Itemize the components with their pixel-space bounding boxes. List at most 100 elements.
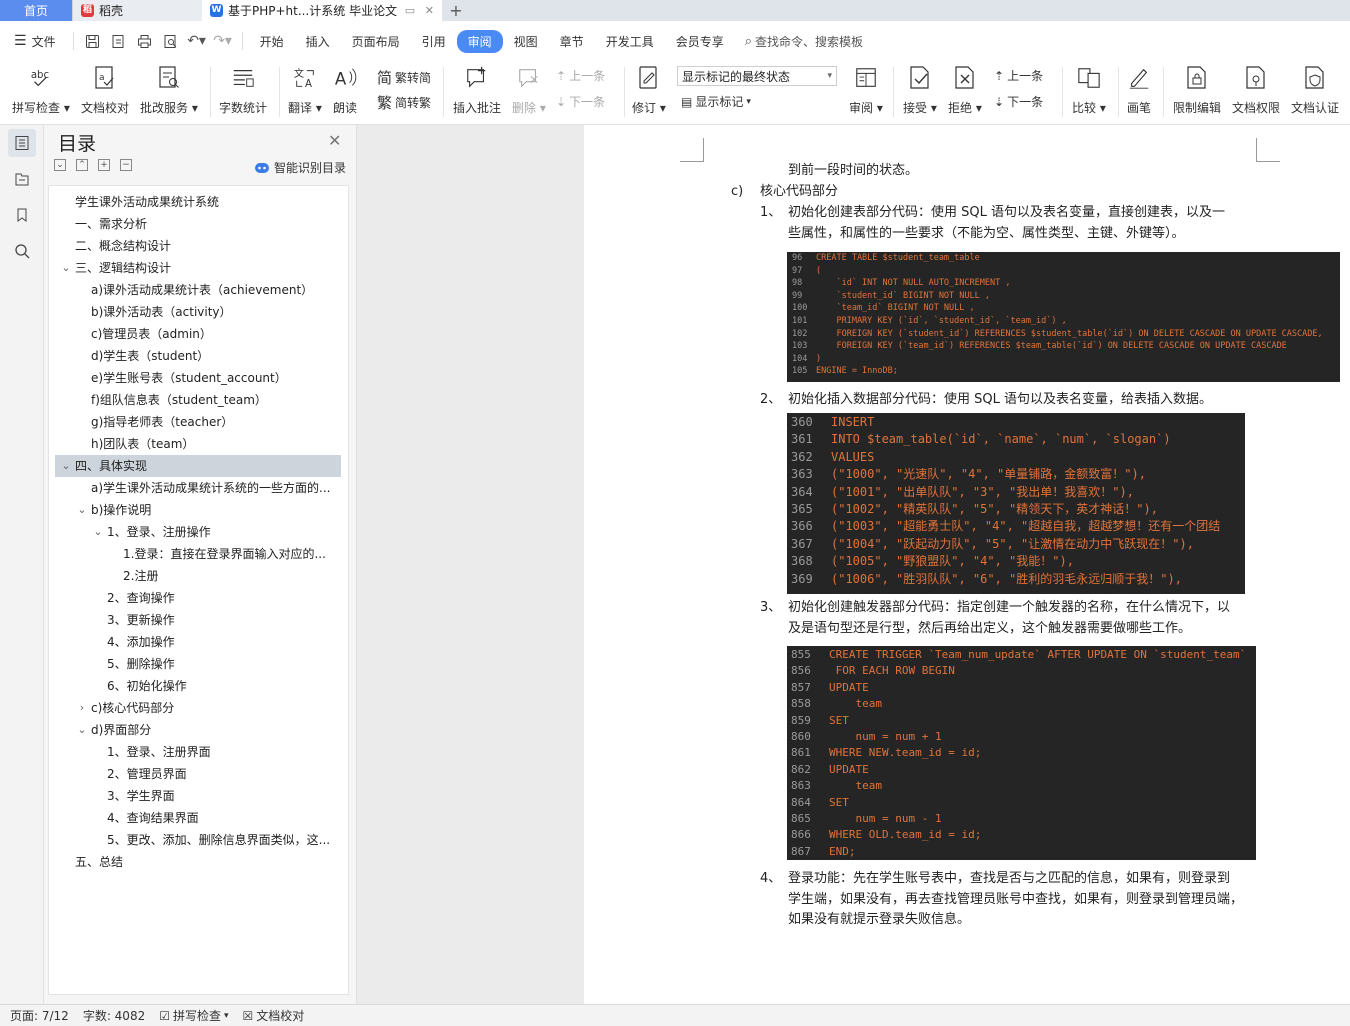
spell-check-button[interactable]: abc 拼写检查 ▾ <box>12 65 70 116</box>
tab-home[interactable]: 首页 <box>0 0 72 21</box>
toc-item[interactable]: 二、概念结构设计 <box>49 235 348 257</box>
toc-nav-icon[interactable] <box>8 129 36 157</box>
chevron-right-icon[interactable]: › <box>77 697 87 719</box>
toc-item[interactable]: 6、初始化操作 <box>49 675 348 697</box>
toc-item[interactable]: d)学生表（student） <box>49 345 348 367</box>
status-spell-check[interactable]: ☑ 拼写检查 ▾ <box>159 1007 228 1024</box>
add-heading-icon[interactable]: + <box>98 159 110 171</box>
track-changes-button[interactable]: 修订 ▾ <box>632 65 666 116</box>
expand-up-icon[interactable]: ⌃ <box>76 159 88 171</box>
toc-item[interactable]: 三、逻辑结构设计 <box>49 257 348 279</box>
compare-button[interactable]: 比较 ▾ <box>1072 65 1106 116</box>
chevron-down-icon[interactable]: ⌄ <box>93 521 103 543</box>
export-pdf-icon[interactable] <box>106 30 132 52</box>
toc-item[interactable]: 1.登录：直接在登录界面输入对应的... <box>49 543 348 565</box>
toc-item[interactable]: a)课外活动成果统计表（achievement） <box>49 279 348 301</box>
toc-item[interactable]: 5、更改、添加、删除信息界面类似，这... <box>49 829 348 851</box>
search-icon[interactable] <box>8 237 36 265</box>
close-icon[interactable]: ✕ <box>328 131 341 150</box>
toc-item[interactable]: 2、管理员界面 <box>49 763 348 785</box>
screen-icon[interactable]: ▭ <box>399 4 415 17</box>
chapter-nav-icon[interactable] <box>8 165 36 193</box>
collapse-all-icon[interactable]: ⌄ <box>54 159 66 171</box>
toc-item[interactable]: a)学生课外活动成果统计系统的一些方面的... <box>49 477 348 499</box>
toc-item[interactable]: f)组队信息表（student_team） <box>49 389 348 411</box>
prev-comment-button[interactable]: ⇡ 上一条 <box>556 67 605 84</box>
toc-item[interactable]: 五、总结 <box>49 851 348 873</box>
document-page[interactable]: 到前一段时间的状态。 c) 核心代码部分 1、 初始化创建表部分代码：使用 SQ… <box>584 125 1350 1004</box>
print-preview-icon[interactable] <box>158 30 184 52</box>
toc-item[interactable]: 2、查询操作 <box>49 587 348 609</box>
toc-item[interactable]: 3、更新操作 <box>49 609 348 631</box>
toc-item[interactable]: b)操作说明 <box>49 499 348 521</box>
toc-item[interactable]: 2.注册 <box>49 565 348 587</box>
smart-toc-button[interactable]: 智能识别目录 <box>254 159 346 176</box>
toc-item[interactable]: 学生课外活动成果统计系统 <box>49 191 348 213</box>
reject-button[interactable]: 拒绝 ▾ <box>948 65 982 116</box>
word-count-indicator[interactable]: 字数: 4082 <box>83 1007 145 1024</box>
command-search[interactable]: ⌕ 查找命令、搜索模板 <box>745 33 863 50</box>
prev-change-button[interactable]: ⇡ 上一条 <box>994 67 1043 84</box>
save-icon[interactable] <box>80 30 106 52</box>
menu-item-5[interactable]: 视图 <box>503 30 549 53</box>
chevron-down-icon[interactable]: ⌄ <box>77 499 87 521</box>
new-tab-button[interactable]: + <box>442 0 470 21</box>
menu-item-0[interactable]: 开始 <box>249 30 295 53</box>
toc-item[interactable]: 4、添加操作 <box>49 631 348 653</box>
doc-rights-button[interactable]: 文档权限 <box>1232 65 1280 116</box>
toc-item[interactable]: 4、查询结果界面 <box>49 807 348 829</box>
word-count-button[interactable]: 字数统计 <box>219 65 267 116</box>
toc-item[interactable]: c)管理员表（admin） <box>49 323 348 345</box>
tab-close-icon[interactable]: ✕ <box>417 4 434 17</box>
insert-comment-button[interactable]: 插入批注 <box>453 65 501 116</box>
accept-button[interactable]: 接受 ▾ <box>903 65 937 116</box>
toc-item[interactable]: h)团队表（team） <box>49 433 348 455</box>
delete-comment-button[interactable]: 删除 ▾ <box>512 65 546 116</box>
annotate-service-button[interactable]: 批改服务 ▾ <box>140 65 198 116</box>
menu-item-4[interactable]: 审阅 <box>456 29 503 53</box>
tab-daoke[interactable]: 稻 稻壳 <box>72 0 202 21</box>
next-comment-button[interactable]: ⇣ 下一条 <box>556 93 605 110</box>
markup-state-dropdown[interactable]: 显示标记的最终状态 ▾ <box>677 66 837 86</box>
restrict-editing-button[interactable]: 限制编辑 <box>1173 65 1221 116</box>
toc-item[interactable]: 1、登录、注册界面 <box>49 741 348 763</box>
toc-item[interactable]: e)学生账号表（student_account） <box>49 367 348 389</box>
line-number: 101 <box>792 316 808 326</box>
toc-item[interactable]: b)课外活动表（activity） <box>49 301 348 323</box>
menu-item-8[interactable]: 会员专享 <box>665 30 735 53</box>
menu-item-7[interactable]: 开发工具 <box>595 30 665 53</box>
chevron-down-icon[interactable]: ⌄ <box>61 257 71 279</box>
redo-icon[interactable]: ↷▾ <box>210 30 236 52</box>
undo-icon[interactable]: ↶▾ <box>184 30 210 52</box>
menu-item-2[interactable]: 页面布局 <box>341 30 411 53</box>
menu-item-1[interactable]: 插入 <box>295 30 341 53</box>
menu-item-3[interactable]: 引用 <box>411 30 457 53</box>
pen-button[interactable]: 画笔 <box>1127 65 1151 116</box>
tab-document[interactable]: W 基于PHP+ht...计系统 毕业论文 ▭ ✕ <box>202 0 442 21</box>
trad-to-simp-button[interactable]: 简 繁转简 <box>377 67 431 88</box>
page-indicator[interactable]: 页面: 7/12 <box>10 1007 69 1024</box>
toc-item[interactable]: 3、学生界面 <box>49 785 348 807</box>
show-markup-button[interactable]: ▤ 显示标记 ▾ <box>681 93 751 110</box>
bookmark-icon[interactable] <box>8 201 36 229</box>
next-change-button[interactable]: ⇣ 下一条 <box>994 93 1043 110</box>
toc-item[interactable]: c)核心代码部分 <box>49 697 348 719</box>
toc-item[interactable]: g)指导老师表（teacher） <box>49 411 348 433</box>
chevron-down-icon[interactable]: ⌄ <box>77 719 87 741</box>
doc-cert-button[interactable]: 文档认证 <box>1291 65 1339 116</box>
toc-item[interactable]: d)界面部分 <box>49 719 348 741</box>
chevron-down-icon[interactable]: ⌄ <box>61 455 71 477</box>
remove-heading-icon[interactable]: − <box>120 159 132 171</box>
translate-button[interactable]: 文A 翻译 ▾ <box>288 65 322 116</box>
toc-item[interactable]: 四、具体实现 <box>55 455 341 477</box>
toc-item[interactable]: 一、需求分析 <box>49 213 348 235</box>
doc-proofread-button[interactable]: a 文档校对 <box>81 65 129 116</box>
simp-to-trad-button[interactable]: 繁 简转繁 <box>377 92 431 113</box>
read-aloud-button[interactable]: A 朗读 <box>333 65 357 116</box>
review-pane-button[interactable]: 审阅 ▾ <box>849 65 883 116</box>
toc-item[interactable]: 5、删除操作 <box>49 653 348 675</box>
print-icon[interactable] <box>132 30 158 52</box>
file-menu[interactable]: ☰ 文件 <box>10 30 67 53</box>
status-proofread[interactable]: ☒ 文档校对 <box>243 1007 305 1024</box>
menu-item-6[interactable]: 章节 <box>549 30 595 53</box>
